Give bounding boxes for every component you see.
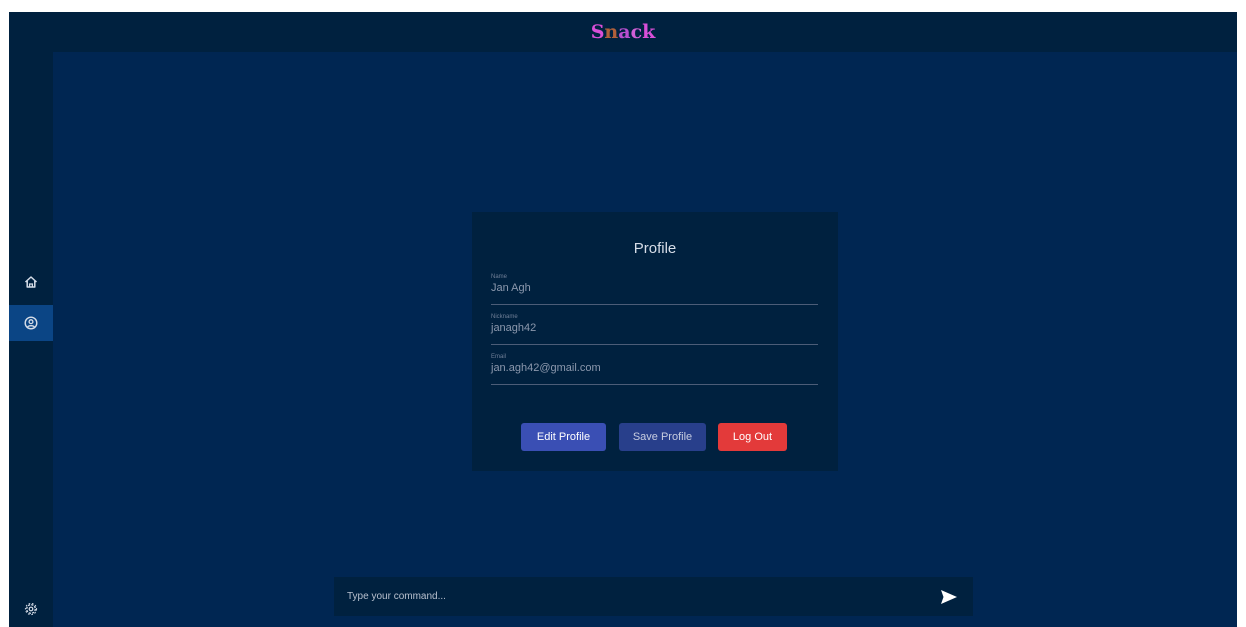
save-profile-button[interactable]: Save Profile <box>619 423 706 451</box>
send-button[interactable] <box>939 588 959 606</box>
command-bar <box>334 577 973 616</box>
logo-letter: S <box>590 21 605 43</box>
top-bar: Snack <box>9 12 1237 52</box>
home-icon <box>24 276 38 288</box>
sidebar <box>9 52 53 627</box>
profile-title: Profile <box>633 240 677 257</box>
profile-card: Profile Name Jan Agh Nickname janagh42 E… <box>472 212 838 471</box>
email-field[interactable]: Email jan.agh42@gmail.com <box>491 354 818 385</box>
nickname-field[interactable]: Nickname janagh42 <box>491 314 818 345</box>
logo-letter: k <box>642 21 656 43</box>
logo-letter: n <box>604 21 619 43</box>
name-field[interactable]: Name Jan Agh <box>491 274 818 305</box>
email-label: Email <box>491 354 507 360</box>
nickname-label: Nickname <box>491 314 518 320</box>
logo-letter: a <box>618 21 631 43</box>
main-content: Profile Name Jan Agh Nickname janagh42 E… <box>53 52 1237 627</box>
edit-profile-button[interactable]: Edit Profile <box>521 423 606 451</box>
settings-icon <box>24 602 38 616</box>
nickname-value: janagh42 <box>491 322 537 334</box>
logo-letter: c <box>630 21 643 43</box>
app-logo: Snack <box>9 12 1237 52</box>
name-value: Jan Agh <box>491 282 531 294</box>
log-out-button[interactable]: Log Out <box>718 423 787 451</box>
app-window: Snack Profile Name Jan Agh Nickname jana… <box>9 12 1237 627</box>
sidebar-item-settings[interactable] <box>9 591 53 627</box>
profile-icon <box>24 316 38 330</box>
command-input[interactable] <box>334 577 924 616</box>
sidebar-item-profile[interactable] <box>9 305 53 341</box>
sidebar-item-home[interactable] <box>9 264 53 300</box>
send-icon <box>941 590 957 604</box>
name-label: Name <box>491 274 508 280</box>
email-value: jan.agh42@gmail.com <box>491 362 601 374</box>
